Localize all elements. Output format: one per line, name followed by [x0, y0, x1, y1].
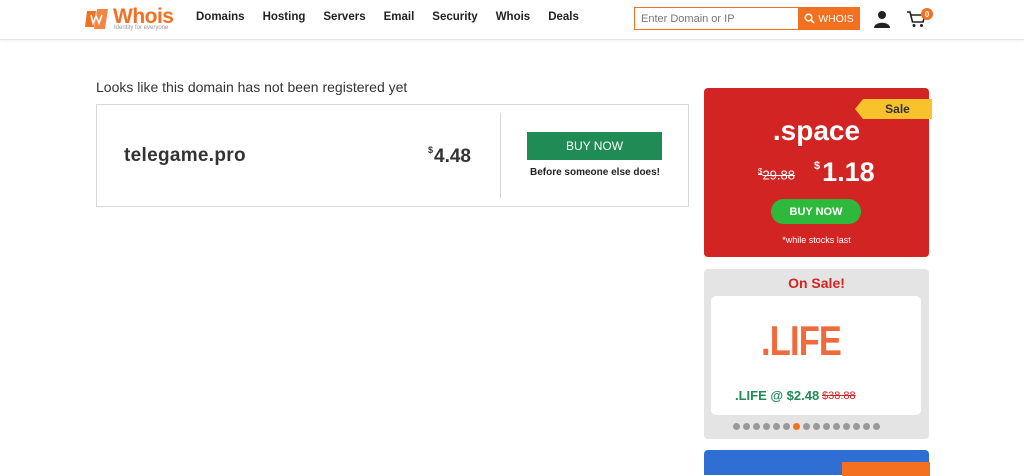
unregistered-notice: Looks like this domain has not been regi… [96, 79, 408, 95]
search-input[interactable] [634, 7, 798, 30]
search-button-label: WHOIS [818, 12, 854, 25]
carousel-dot[interactable] [843, 423, 850, 430]
nav-whois[interactable]: Whois [496, 11, 531, 23]
carousel-dots [733, 423, 880, 430]
on-sale-title: On Sale! [788, 275, 845, 291]
carousel-dot[interactable] [793, 423, 800, 430]
logo-tagline: Identity for everyone [114, 25, 169, 31]
life-old-price: $38.88 [822, 390, 856, 402]
promo-stock-note: *while stocks last [782, 235, 851, 245]
next-promo-tag [842, 462, 930, 476]
promo-old-price: $29.88 [758, 167, 795, 182]
carousel-dot[interactable] [803, 423, 810, 430]
domain-result-card: telegame.pro $4.48 BUY NOW Before someon… [96, 104, 689, 207]
main-nav: Domains Hosting Servers Email Security W… [196, 11, 597, 23]
site-header: Whois Identity for everyone Domains Host… [0, 0, 1024, 40]
life-deal-price: .LIFE @ $2.48 [735, 388, 820, 403]
search-form: WHOIS [634, 7, 860, 30]
new-price-value: 1.18 [822, 157, 875, 187]
carousel-dot[interactable] [783, 423, 790, 430]
promo-new-price: $1.18 [814, 157, 875, 188]
carousel-dot[interactable] [773, 423, 780, 430]
nav-deals[interactable]: Deals [548, 11, 579, 23]
domain-price: $4.48 [428, 145, 471, 168]
search-icon [804, 13, 815, 24]
user-account-icon[interactable] [873, 10, 891, 28]
carousel-dot[interactable] [853, 423, 860, 430]
price-currency: $ [428, 145, 434, 155]
buy-now-button[interactable]: BUY NOW [527, 132, 662, 160]
carousel-dot[interactable] [813, 423, 820, 430]
domain-name: telegame.pro [124, 145, 246, 166]
whois-logo[interactable]: Whois Identity for everyone [84, 5, 180, 35]
promo-buy-now-button[interactable]: BUY NOW [771, 199, 861, 224]
nav-servers[interactable]: Servers [323, 11, 365, 23]
buy-urgency-text: Before someone else does! [529, 167, 661, 178]
nav-hosting[interactable]: Hosting [263, 11, 306, 23]
carousel-dot[interactable] [823, 423, 830, 430]
sale-ribbon-label: Sale [885, 102, 910, 116]
old-price-value: 29.88 [762, 167, 795, 183]
carousel-dot[interactable] [753, 423, 760, 430]
logo-mark-icon [85, 9, 108, 29]
new-price-currency: $ [814, 160, 821, 172]
cart-count-badge: 0 [921, 8, 933, 20]
carousel-dot[interactable] [833, 423, 840, 430]
nav-domains[interactable]: Domains [196, 11, 245, 23]
carousel-dot[interactable] [733, 423, 740, 430]
card-divider [500, 113, 501, 198]
carousel-dot[interactable] [743, 423, 750, 430]
carousel-dot[interactable] [873, 423, 880, 430]
price-value: 4.48 [434, 146, 471, 167]
whois-search-button[interactable]: WHOIS [798, 7, 860, 30]
life-tld-logo: .LIFE [761, 317, 842, 364]
nav-email[interactable]: Email [384, 11, 415, 23]
carousel-dot[interactable] [763, 423, 770, 430]
promo-tld: .space [772, 115, 861, 146]
nav-security[interactable]: Security [432, 11, 477, 23]
carousel-dot[interactable] [863, 423, 870, 430]
